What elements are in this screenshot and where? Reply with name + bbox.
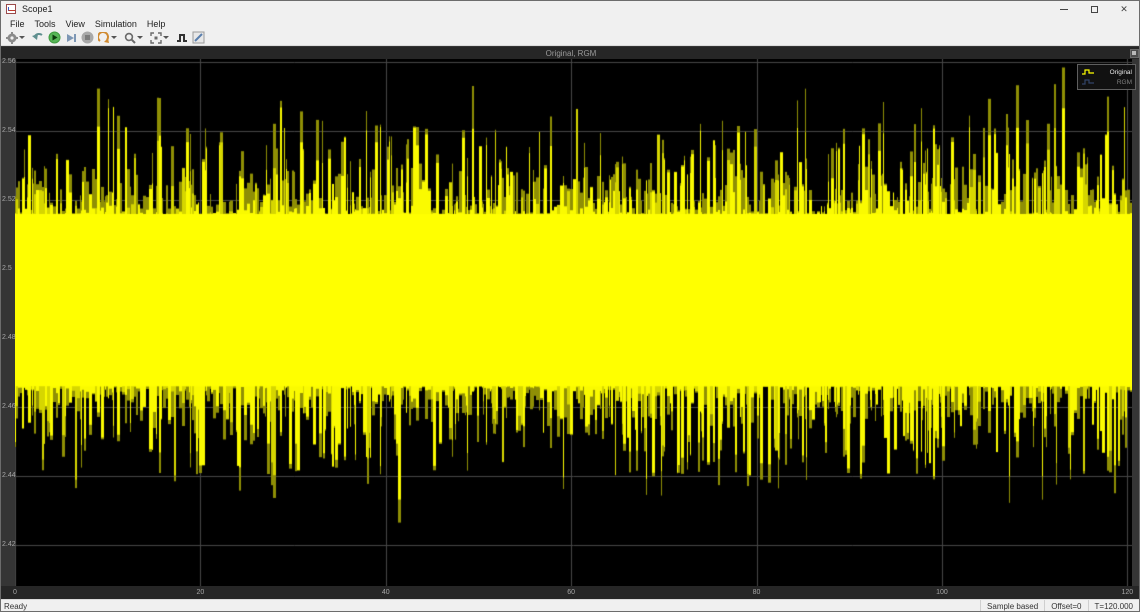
status-segment: Sample based [980,600,1044,612]
scope-app-icon [6,4,16,14]
y-tick-label: 2.48 [2,334,15,341]
legend-label: Original [1099,69,1132,76]
status-segments: Sample basedOffset=0T=120.000 [980,600,1139,612]
measurements-button[interactable] [190,31,207,45]
settings-gear-button[interactable] [4,31,30,45]
zoom-icon [124,32,136,44]
stop-icon [81,31,94,44]
menu-item-view[interactable]: View [61,19,90,29]
y-tick-label: 2.52 [2,196,15,203]
dropdown-caret-icon[interactable] [111,36,117,39]
scope-window: Scope1 ✕ FileToolsViewSimulationHelp Ori… [0,0,1140,612]
close-icon: ✕ [1120,5,1128,14]
legend-entry-rgm[interactable]: RGM [1081,77,1132,87]
status-segment: Offset=0 [1044,600,1087,612]
settings-gear-icon [6,32,18,44]
dropdown-caret-icon[interactable] [137,36,143,39]
plot-title: Original, RGM [546,49,597,58]
dropdown-caret-icon[interactable] [163,36,169,39]
menu-item-file[interactable]: File [5,19,30,29]
x-tick-label: 0 [13,589,17,596]
maximize-button[interactable] [1079,1,1109,17]
dropdown-caret-icon[interactable] [19,36,25,39]
menu-bar: FileToolsViewSimulationHelp [1,17,1139,30]
trigger-button[interactable] [174,31,190,45]
menu-item-tools[interactable]: Tools [30,19,61,29]
y-tick-label: 2.56 [2,58,15,65]
minimize-icon [1060,9,1068,10]
y-tick-label: 2.42 [2,541,15,548]
x-tick-label: 100 [936,589,948,596]
plot-dock-button[interactable] [1130,49,1139,58]
zoom-button[interactable] [122,31,148,45]
run-button[interactable] [46,31,63,45]
step-forward-icon [65,32,77,44]
x-tick-label: 120 [1122,589,1134,596]
trigger-icon [176,32,188,44]
menu-item-help[interactable]: Help [142,19,171,29]
status-bar: Ready Sample basedOffset=0T=120.000 [1,599,1139,612]
status-segment: T=120.000 [1088,600,1139,612]
highlight-block-icon [98,32,110,44]
y-tick-label: 2.44 [2,472,15,479]
stop-button[interactable] [79,31,96,45]
run-icon [48,31,61,44]
legend-line-icon [1081,73,1095,91]
plot-area: Original, RGM 2.42 2.44 2.46 2.48 2.5 2.52 2.5… [1,46,1140,599]
x-tick-label: 40 [382,589,390,596]
menu-item-simulation[interactable]: Simulation [90,19,142,29]
maximize-icon [1091,6,1098,13]
x-tick-label: 60 [567,589,575,596]
minimize-button[interactable] [1049,1,1079,17]
window-title: Scope1 [22,4,53,14]
highlight-block-button[interactable] [96,31,122,45]
y-tick-label: 2.5 [2,265,15,272]
y-tick-label: 2.54 [2,127,15,134]
scale-axes-button[interactable] [148,31,174,45]
signal-plot-canvas[interactable] [15,59,1132,586]
y-tick-label: 2.46 [2,403,15,410]
step-forward-button[interactable] [63,31,79,45]
step-back-button[interactable] [30,31,46,45]
window-controls: ✕ [1049,1,1139,17]
close-button[interactable]: ✕ [1109,1,1139,17]
x-tick-label: 80 [753,589,761,596]
legend-label: RGM [1099,79,1132,86]
x-tick-label: 20 [196,589,204,596]
x-axis-labels: 0 20 40 60 80 100 120 [1,586,1140,599]
title-bar: Scope1 ✕ [1,1,1139,17]
scale-axes-icon [150,32,162,44]
toolbar [1,30,1139,46]
measurements-icon [192,31,205,44]
plot-title-strip: Original, RGM [1,47,1140,59]
step-back-icon [32,32,44,44]
status-text: Ready [1,602,27,611]
plot-legend[interactable]: Original RGM [1077,64,1136,90]
